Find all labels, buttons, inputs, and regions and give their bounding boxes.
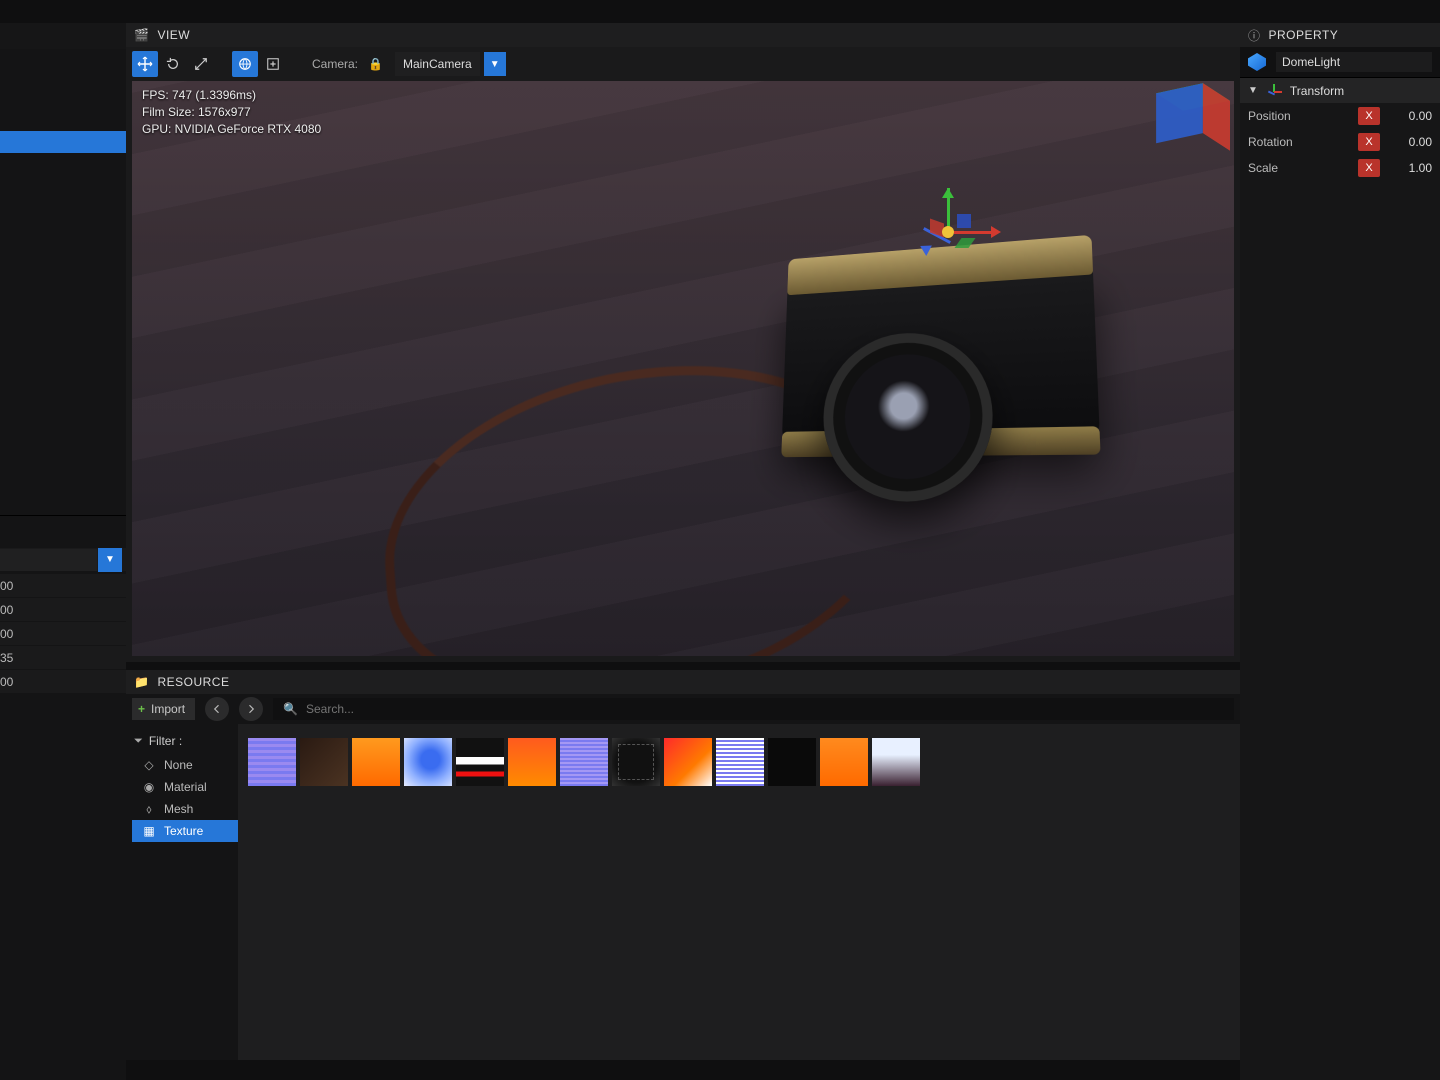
- object-cube-icon: [1248, 53, 1266, 71]
- resource-search[interactable]: 🔍: [273, 698, 1234, 720]
- search-input[interactable]: [306, 702, 1224, 716]
- texture-thumbnail[interactable]: [300, 738, 348, 786]
- property-title-text: PROPERTY: [1269, 28, 1339, 42]
- add-button[interactable]: [260, 51, 286, 77]
- none-icon: ◇: [142, 758, 156, 772]
- x-axis-badge[interactable]: X: [1358, 133, 1380, 151]
- resource-title-text: RESOURCE: [157, 675, 229, 689]
- viewport-stats: FPS: 747 (1.3396ms) Film Size: 1576x977 …: [142, 87, 321, 138]
- resource-filter-sidebar: ⏷ Filter : ◇ None ◉ Material ⬨ Mesh: [126, 724, 238, 1060]
- x-axis-badge[interactable]: X: [1358, 107, 1380, 125]
- left-sidebar: ▼ 00 00 00 35 00: [0, 0, 126, 1080]
- navigation-cube[interactable]: [1170, 92, 1217, 152]
- transform-gizmo[interactable]: [902, 186, 992, 276]
- nav-back-button[interactable]: [205, 697, 229, 721]
- nav-forward-button[interactable]: [239, 697, 263, 721]
- view-title-text: VIEW: [157, 28, 190, 42]
- camera-name: MainCamera: [403, 57, 472, 71]
- filter-icon[interactable]: ▼: [98, 548, 122, 572]
- camera-filter-button[interactable]: ▼: [484, 52, 506, 76]
- resource-panel-title: 📁 RESOURCE: [126, 670, 1240, 694]
- info-icon: ⓘ: [1248, 27, 1261, 44]
- view-panel-title: 🎬 VIEW: [126, 23, 1240, 47]
- camera-label: Camera:: [312, 57, 358, 71]
- lock-icon[interactable]: 🔒: [368, 57, 383, 71]
- texture-thumbnail[interactable]: [612, 738, 660, 786]
- view-toolbar: Camera: 🔒 MainCamera ▼: [126, 47, 1240, 81]
- scale-tool-button[interactable]: [188, 51, 214, 77]
- filter-heading: ⏷ Filter :: [134, 734, 236, 748]
- search-icon: 🔍: [283, 702, 298, 716]
- gpu-text: GPU: NVIDIA GeForce RTX 4080: [142, 121, 321, 138]
- object-name-field[interactable]: DomeLight: [1276, 52, 1432, 72]
- property-panel-title: ⓘ PROPERTY: [1240, 23, 1440, 47]
- filter-item-texture[interactable]: ▦ Texture: [132, 820, 238, 842]
- field-value[interactable]: 00: [0, 603, 13, 617]
- field-value[interactable]: 00: [0, 627, 13, 641]
- texture-thumbnail[interactable]: [248, 738, 296, 786]
- material-icon: ◉: [142, 780, 156, 794]
- property-panel: ⓘ PROPERTY DomeLight ▼ Transform Positio…: [1240, 0, 1440, 1080]
- filter-item-mesh[interactable]: ⬨ Mesh: [132, 798, 238, 820]
- scale-label: Scale: [1248, 161, 1350, 175]
- field-value[interactable]: 00: [0, 579, 13, 593]
- film-size-text: Film Size: 1576x977: [142, 104, 321, 121]
- texture-thumbnail[interactable]: [664, 738, 712, 786]
- filter-item-material[interactable]: ◉ Material: [132, 776, 238, 798]
- import-label: Import: [151, 702, 185, 716]
- mesh-icon: ⬨: [142, 802, 156, 817]
- tree-row[interactable]: [0, 109, 126, 131]
- field-value[interactable]: 00: [0, 675, 13, 689]
- rotation-row: Rotation X 0.00: [1240, 129, 1440, 155]
- tree-row-selected[interactable]: [0, 131, 126, 153]
- thumbnail-grid: [238, 724, 1240, 1060]
- folder-icon: 📁: [134, 675, 149, 689]
- x-axis-badge[interactable]: X: [1358, 159, 1380, 177]
- resource-panel: 📁 RESOURCE + Import 🔍: [126, 670, 1240, 1060]
- move-tool-button[interactable]: [132, 51, 158, 77]
- position-x-value[interactable]: 0.00: [1388, 109, 1432, 123]
- scale-row: Scale X 1.00: [1240, 155, 1440, 181]
- clapboard-icon: 🎬: [134, 28, 149, 42]
- resource-toolbar: + Import 🔍: [126, 694, 1240, 724]
- transform-label: Transform: [1290, 84, 1344, 98]
- view-panel: 🎬 VIEW: [126, 23, 1240, 662]
- scale-x-value[interactable]: 1.00: [1388, 161, 1432, 175]
- position-label: Position: [1248, 109, 1350, 123]
- texture-thumbnail[interactable]: [768, 738, 816, 786]
- plus-icon: +: [138, 702, 145, 716]
- viewport[interactable]: FPS: 747 (1.3396ms) Film Size: 1576x977 …: [132, 81, 1234, 656]
- texture-icon: ▦: [142, 824, 156, 838]
- object-header: DomeLight: [1240, 47, 1440, 77]
- transform-section-header[interactable]: ▼ Transform: [1240, 77, 1440, 103]
- filter-icon: ⏷: [134, 735, 143, 748]
- texture-thumbnail[interactable]: [352, 738, 400, 786]
- texture-thumbnail[interactable]: [872, 738, 920, 786]
- texture-thumbnail[interactable]: [560, 738, 608, 786]
- fps-text: FPS: 747 (1.3396ms): [142, 87, 321, 104]
- position-row: Position X 0.00: [1240, 103, 1440, 129]
- left-inspector: ▼ 00 00 00 35 00: [0, 515, 126, 1080]
- axes-icon: [1266, 83, 1282, 99]
- camera-select[interactable]: MainCamera: [395, 52, 480, 76]
- texture-thumbnail[interactable]: [716, 738, 764, 786]
- texture-thumbnail[interactable]: [404, 738, 452, 786]
- texture-thumbnail[interactable]: [508, 738, 556, 786]
- filter-item-none[interactable]: ◇ None: [132, 754, 238, 776]
- texture-thumbnail[interactable]: [820, 738, 868, 786]
- chevron-down-icon: ▼: [1248, 85, 1258, 96]
- rotation-x-value[interactable]: 0.00: [1388, 135, 1432, 149]
- left-dropdown[interactable]: [0, 549, 97, 571]
- field-value[interactable]: 35: [0, 651, 13, 665]
- global-space-button[interactable]: [232, 51, 258, 77]
- texture-thumbnail[interactable]: [456, 738, 504, 786]
- import-button[interactable]: + Import: [132, 698, 195, 720]
- rotation-label: Rotation: [1248, 135, 1350, 149]
- rotate-tool-button[interactable]: [160, 51, 186, 77]
- scene-panel-header: [0, 23, 126, 49]
